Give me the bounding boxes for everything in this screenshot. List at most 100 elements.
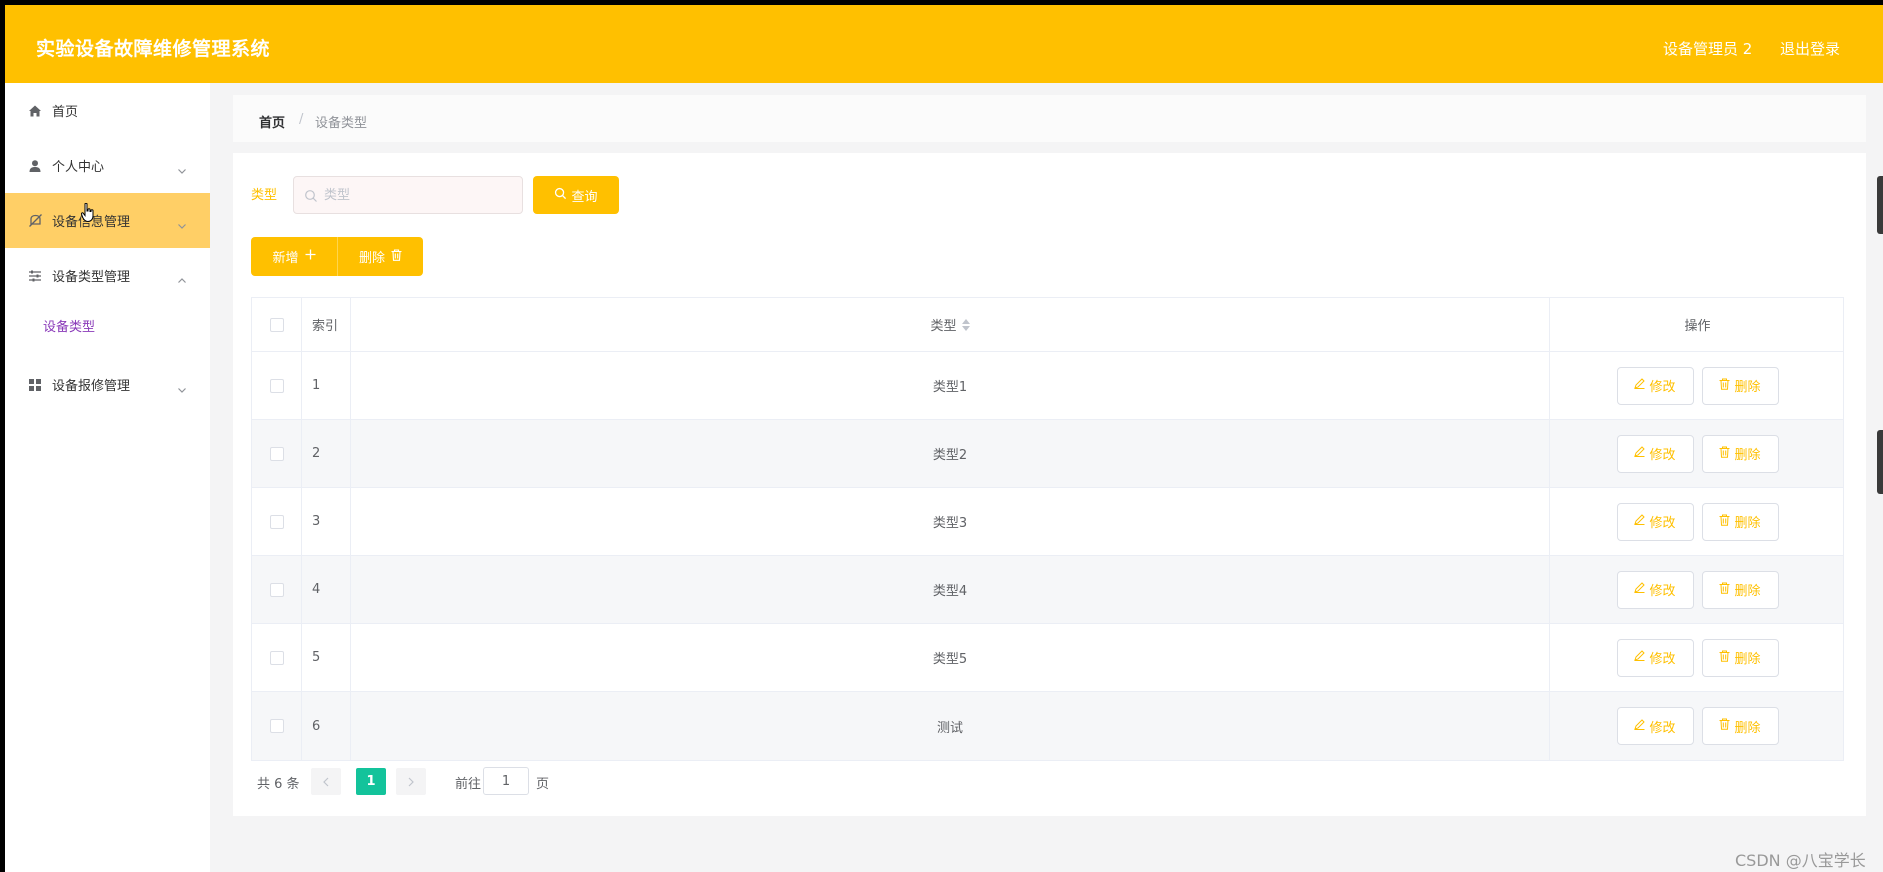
row-checkbox-cell: [252, 624, 302, 691]
row-checkbox-cell: [252, 352, 302, 419]
table-row: 3 类型3 修改 删除: [252, 488, 1843, 556]
table-row: 4 类型4 修改 删除: [252, 556, 1843, 624]
sidebar-item-device-type-mgmt[interactable]: 设备类型管理: [5, 248, 210, 303]
search-icon: [554, 187, 567, 204]
row-checkbox-cell: [252, 556, 302, 623]
trash-icon: [1719, 378, 1730, 394]
delete-button[interactable]: 删除: [1701, 707, 1779, 745]
row-actions: 修改 删除: [1550, 692, 1845, 760]
table-header-row: 索引 类型 操作: [252, 298, 1843, 352]
edit-button[interactable]: 修改: [1616, 366, 1694, 405]
sidebar: 首页 个人中心 设备信息管理 设备类型管理 设备类型 设备报修管理: [5, 83, 210, 872]
breadcrumb-separator: /: [299, 112, 304, 127]
delete-button-label: 删除: [1734, 516, 1761, 531]
row-actions: 修改 删除: [1550, 352, 1845, 419]
delete-button-label: 删除: [1734, 652, 1761, 667]
goto-label: 前往: [455, 777, 482, 792]
select-all-checkbox[interactable]: [269, 317, 284, 332]
next-page-button[interactable]: [396, 768, 426, 795]
submenu-item-device-type[interactable]: 设备类型: [5, 303, 210, 347]
delete-button[interactable]: 删除: [1701, 434, 1779, 473]
column-header-actions: 操作: [1684, 319, 1711, 334]
row-checkbox[interactable]: [269, 378, 284, 393]
row-checkbox[interactable]: [269, 719, 284, 733]
page-number[interactable]: 1: [356, 768, 386, 795]
sidebar-item-repair-mgmt[interactable]: 设备报修管理: [5, 357, 210, 412]
edit-button[interactable]: 修改: [1616, 570, 1694, 609]
app-title: 实验设备故障维修管理系统: [36, 38, 271, 60]
row-checkbox[interactable]: [269, 650, 284, 665]
table-row: 2 类型2 修改 删除: [252, 420, 1843, 488]
prev-page-button[interactable]: [311, 768, 341, 795]
side-tab-handle[interactable]: [1877, 176, 1883, 234]
trash-icon: [1719, 650, 1730, 666]
column-header-type[interactable]: 类型: [351, 298, 1550, 351]
edit-button-label: 修改: [1649, 380, 1676, 395]
table-row: 5 类型5 修改 删除: [252, 624, 1843, 692]
delete-button-label: 删除: [1734, 584, 1761, 599]
row-index: 2: [302, 420, 351, 487]
edit-icon: [1634, 718, 1646, 734]
edit-icon: [1634, 378, 1646, 393]
delete-button-label: 删除: [1734, 380, 1761, 395]
row-actions: 修改 删除: [1550, 556, 1845, 623]
sidebar-item-profile[interactable]: 个人中心: [5, 138, 210, 193]
delete-button[interactable]: 删除: [1701, 366, 1779, 405]
edit-button[interactable]: 修改: [1616, 502, 1694, 541]
current-user[interactable]: 设备管理员 2: [1663, 38, 1752, 59]
breadcrumb-home[interactable]: 首页: [259, 112, 285, 131]
row-index: 6: [302, 692, 351, 760]
row-type: 类型1: [351, 352, 1550, 419]
search-input[interactable]: [324, 177, 514, 213]
row-checkbox-cell: [252, 488, 302, 555]
row-checkbox[interactable]: [269, 514, 284, 529]
app-window: 实验设备故障维修管理系统 设备管理员 2 退出登录 首页 个人中心 设备信息管理: [5, 5, 1883, 872]
logout-link[interactable]: 退出登录: [1780, 38, 1840, 59]
top-header: 实验设备故障维修管理系统 设备管理员 2 退出登录: [5, 5, 1883, 83]
trash-icon: [1719, 718, 1730, 734]
row-actions: 修改 删除: [1550, 624, 1845, 691]
row-checkbox-cell: [252, 420, 302, 487]
delete-button[interactable]: 删除: [1701, 502, 1779, 541]
delete-button-label: 删除: [358, 251, 385, 266]
row-checkbox[interactable]: [269, 582, 284, 597]
sidebar-item-device-info[interactable]: 设备信息管理: [5, 193, 210, 248]
delete-button-label: 删除: [1734, 720, 1761, 736]
add-button[interactable]: 新增: [251, 237, 337, 276]
search-field[interactable]: [293, 176, 523, 214]
side-tab-handle[interactable]: [1877, 430, 1883, 494]
edit-icon: [1634, 650, 1646, 665]
edit-icon: [1634, 446, 1646, 461]
delete-button-label: 删除: [1734, 448, 1761, 463]
sidebar-item-label: 设备类型管理: [52, 270, 131, 285]
edit-button-label: 修改: [1649, 720, 1676, 736]
header-checkbox-cell: [252, 298, 302, 351]
delete-button[interactable]: 删除: [1701, 570, 1779, 609]
row-type: 类型4: [351, 556, 1550, 623]
sidebar-item-label: 个人中心: [52, 160, 105, 175]
row-type: 类型2: [351, 420, 1550, 487]
sort-icon[interactable]: [961, 318, 970, 332]
goto-page-input[interactable]: [483, 767, 529, 795]
chevron-right-icon: [407, 772, 415, 791]
query-button[interactable]: 查询: [533, 176, 619, 214]
edit-button[interactable]: 修改: [1616, 434, 1694, 473]
table-row: 1 类型1 修改 删除: [252, 352, 1843, 420]
edit-button-label: 修改: [1649, 652, 1676, 667]
row-type: 类型5: [351, 624, 1550, 691]
sidebar-item-label: 首页: [52, 105, 79, 120]
row-type: 类型3: [351, 488, 1550, 555]
query-button-label: 查询: [571, 189, 598, 205]
delete-button[interactable]: 删除: [1701, 638, 1779, 677]
home-icon: [27, 103, 43, 119]
row-actions: 修改 删除: [1550, 488, 1845, 555]
row-checkbox[interactable]: [269, 446, 284, 461]
search-icon: [304, 188, 318, 202]
chevron-down-icon: [177, 161, 187, 174]
sidebar-item-home[interactable]: 首页: [5, 83, 210, 138]
batch-delete-button[interactable]: 删除: [337, 237, 423, 276]
chevron-left-icon: [322, 772, 330, 791]
edit-button[interactable]: 修改: [1616, 638, 1694, 677]
edit-button[interactable]: 修改: [1616, 707, 1694, 745]
submenu-item-label: 设备类型: [43, 320, 96, 335]
